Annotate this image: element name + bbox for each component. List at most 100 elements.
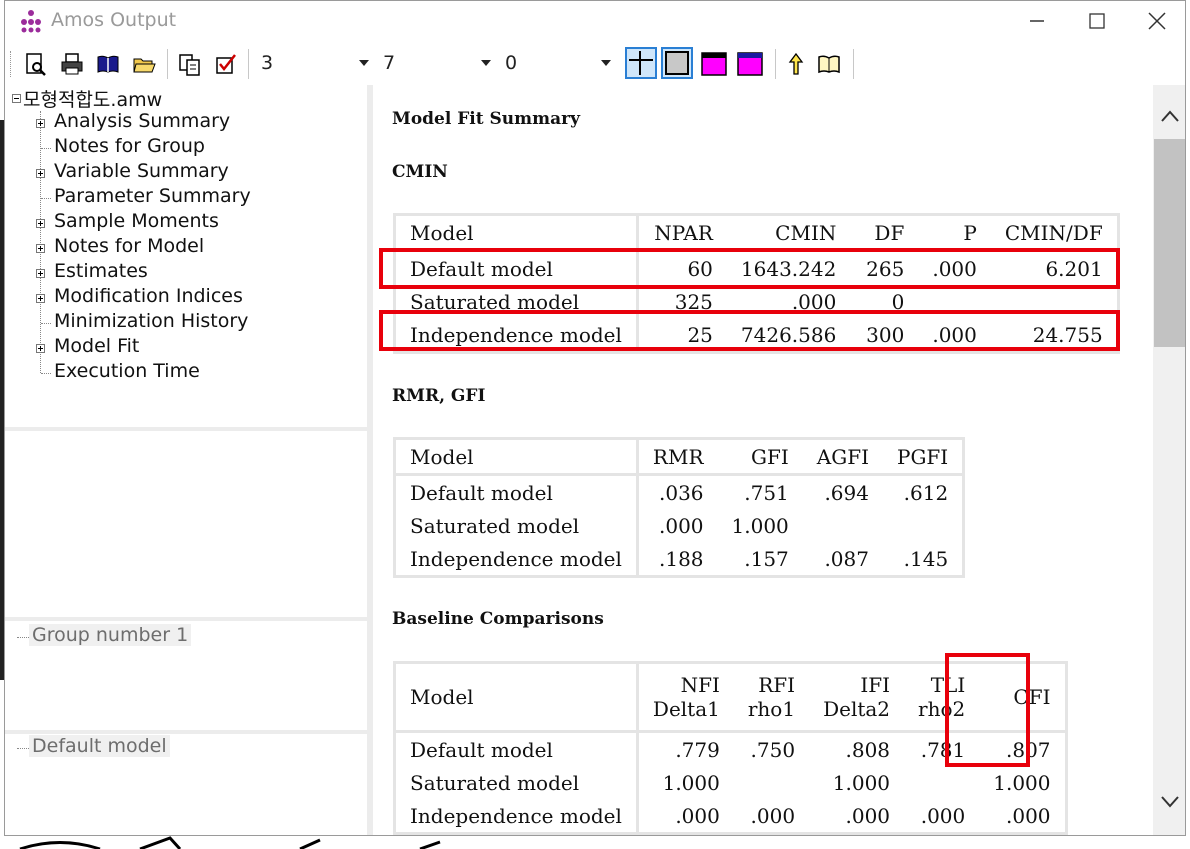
table-cell: .157 xyxy=(744,546,789,571)
checkbox-icon[interactable] xyxy=(213,51,239,77)
group-number-item[interactable]: Group number 1 xyxy=(29,624,192,646)
model-connector xyxy=(17,748,29,749)
open-book-icon[interactable] xyxy=(95,51,121,77)
table-cell: 1.000 xyxy=(993,770,1051,795)
chevron-down-icon xyxy=(481,60,491,66)
table-row: Saturated model .000 1.000 xyxy=(394,509,964,542)
grid-lines-toggle[interactable] xyxy=(625,47,657,79)
table-cell: 6.201 xyxy=(1045,256,1103,281)
table-row: Saturated model 325 .000 0 xyxy=(394,285,1119,318)
tree-item-label: Minimization History xyxy=(54,310,249,332)
table-cell: .000 xyxy=(791,289,837,314)
pointer-up-icon[interactable] xyxy=(783,51,809,77)
table-row: Default model 60 1643.242 265 .000 6.201 xyxy=(394,250,1119,285)
magenta-window-icon-2[interactable] xyxy=(737,51,763,77)
table-row: Default model .779 .750 .808 .781 .807 xyxy=(394,731,1067,766)
tree-root-label: 모형적합도.amw xyxy=(23,89,163,111)
default-model-item[interactable]: Default model xyxy=(29,735,170,757)
baseline-comparisons-table: Model NFI Delta1 RFI rho1 IFI Delta2 TLI rho2 CFI… xyxy=(393,661,1068,835)
rmr-gfi-table: Model RMR GFI AGFI PGFI Default model .036.751… xyxy=(393,437,966,578)
select-column-width[interactable]: 7 xyxy=(377,51,495,77)
expand-icon[interactable] xyxy=(36,269,45,278)
scroll-down-icon[interactable] xyxy=(1160,795,1180,809)
copy-icon[interactable] xyxy=(177,51,203,77)
table-cell: 25 xyxy=(687,322,713,347)
tree-item-label: Modification Indices xyxy=(54,285,243,307)
table-row: Default model .036 .751 .694 .612 xyxy=(394,474,964,509)
expand-icon[interactable] xyxy=(36,169,45,178)
table-cell: Independence model xyxy=(394,542,639,577)
table-cell: .694 xyxy=(824,480,869,505)
expand-icon[interactable] xyxy=(36,244,45,253)
close-button[interactable] xyxy=(1127,1,1185,41)
background-diagram xyxy=(19,836,441,849)
maximize-icon xyxy=(1089,13,1105,29)
pane-splitter[interactable] xyxy=(5,730,367,734)
column-header-bottom: rho2 xyxy=(918,697,966,721)
maximize-button[interactable] xyxy=(1067,1,1127,41)
table-cell: Default model xyxy=(394,250,639,285)
print-preview-icon[interactable] xyxy=(23,51,49,77)
table-cell: 1.000 xyxy=(832,770,891,795)
grid-lines-icon xyxy=(629,51,653,75)
toolbar-grip[interactable] xyxy=(10,51,13,77)
column-header-top: TLI xyxy=(930,673,966,697)
tree-item-label: Notes for Model xyxy=(54,235,205,257)
cmin-heading: CMIN xyxy=(392,162,448,182)
table-cell: .087 xyxy=(824,546,869,571)
column-header: TLI rho2 xyxy=(904,662,980,733)
expand-icon[interactable] xyxy=(36,119,45,128)
scroll-up-icon[interactable] xyxy=(1160,109,1180,123)
collapse-icon[interactable] xyxy=(12,94,21,103)
column-header-bottom: Delta1 xyxy=(652,697,720,721)
open-folder-icon[interactable] xyxy=(131,51,157,77)
table-row: Independence model 25 7426.586 300 .000 24.75… xyxy=(394,318,1119,353)
table-cell: 24.755 xyxy=(1032,322,1103,347)
table-cell: .036 xyxy=(658,480,704,505)
print-icon[interactable] xyxy=(59,51,85,77)
column-header-bottom: rho1 xyxy=(747,697,796,721)
table-cell: Saturated model xyxy=(394,509,639,542)
tree-item-label: Estimates xyxy=(54,260,148,282)
table-header-row: Model NPAR CMIN DF P CMIN/DF xyxy=(394,214,1119,252)
table-cell: Independence model xyxy=(394,318,639,353)
table-cell: .612 xyxy=(903,480,949,505)
table-cell xyxy=(734,766,809,799)
table-cell: .188 xyxy=(658,546,704,571)
table-cell: 300 xyxy=(866,322,905,347)
rmr-heading: RMR, GFI xyxy=(392,386,486,406)
column-header: CFI xyxy=(979,662,1067,733)
pane-splitter[interactable] xyxy=(5,617,367,621)
column-header: RMR xyxy=(637,438,718,476)
table-cell: .750 xyxy=(750,737,796,762)
pane-splitter[interactable] xyxy=(5,427,367,431)
toolbar-separator xyxy=(775,49,776,79)
column-header: AGFI xyxy=(802,438,883,476)
table-cell: .751 xyxy=(744,480,789,505)
help-book-icon[interactable] xyxy=(817,51,843,77)
box-icon xyxy=(665,51,689,75)
column-header-bottom: Delta2 xyxy=(823,697,891,721)
column-header: GFI xyxy=(717,438,803,476)
vertical-scrollbar[interactable] xyxy=(1153,85,1185,835)
cmin-table: Model NPAR CMIN DF P CMIN/DF Default model 60 16… xyxy=(393,213,1120,354)
output-content: Model Fit Summary CMIN Model NPAR CMIN DF P C… xyxy=(373,85,1153,835)
select-decimals[interactable]: 3 xyxy=(255,51,373,77)
box-toggle[interactable] xyxy=(661,47,693,79)
expand-icon[interactable] xyxy=(36,294,45,303)
column-header-bottom: CFI xyxy=(1013,685,1051,709)
toolbar-separator xyxy=(167,49,168,79)
toolbar-separator xyxy=(248,49,249,79)
select-indent[interactable]: 0 xyxy=(499,51,615,77)
table-cell: 60 xyxy=(687,256,713,281)
minimize-button[interactable] xyxy=(1007,1,1067,41)
expand-icon[interactable] xyxy=(36,219,45,228)
expand-icon[interactable] xyxy=(36,344,45,353)
table-cell: 7426.586 xyxy=(740,322,837,347)
table-cell: .808 xyxy=(845,737,891,762)
scrollbar-thumb[interactable] xyxy=(1154,139,1185,347)
table-cell xyxy=(904,766,979,799)
table-cell: Default model xyxy=(394,731,639,766)
magenta-window-icon[interactable] xyxy=(701,51,727,77)
column-header-top: NFI xyxy=(680,673,720,697)
